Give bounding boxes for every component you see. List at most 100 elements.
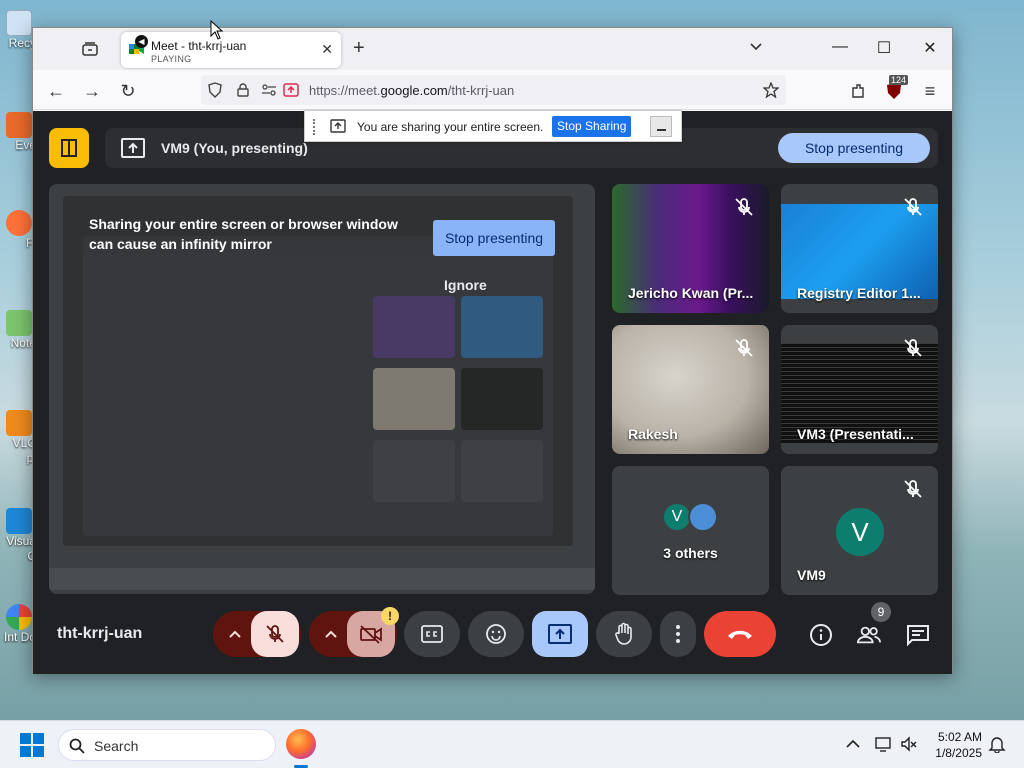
mic-off-icon <box>904 480 922 498</box>
more-vert-icon <box>676 625 680 643</box>
end-call-icon <box>728 630 752 639</box>
ignore-button[interactable]: Ignore <box>444 277 487 293</box>
presenting-label: VM9 (You, presenting) <box>161 140 308 156</box>
hide-bar-icon[interactable] <box>650 116 672 137</box>
more-options-button[interactable] <box>660 611 696 657</box>
stop-presenting-button[interactable]: Stop presenting <box>778 133 930 163</box>
present-screen-button[interactable] <box>532 611 588 657</box>
new-tab-icon[interactable]: + <box>353 38 365 58</box>
tab-meet[interactable]: ◀ Meet - tht-krrj-uan PLAYING ✕ <box>121 32 341 68</box>
stop-sharing-button[interactable]: Stop Sharing <box>552 116 632 137</box>
desktop-icon-internet[interactable]: Int Do <box>0 604 36 645</box>
participant-tile[interactable]: Registry Editor 1... <box>781 184 938 313</box>
url-bar[interactable]: https://meet.google.com/tht-krrj-uan <box>201 75 786 105</box>
reload-icon[interactable]: ↻ <box>117 80 139 102</box>
network-icon[interactable] <box>874 735 892 753</box>
ublock-extension-icon[interactable]: 124 <box>883 75 909 102</box>
desktop-icon-vscode[interactable]: Visua C <box>0 508 36 564</box>
avatar <box>688 502 718 532</box>
participant-name: Rakesh <box>628 426 678 442</box>
desktop-icon-label: Int Do <box>3 630 36 644</box>
people-icon[interactable] <box>857 623 881 647</box>
meet-content: VM9 (You, presenting) Stop presenting Sh… <box>33 111 952 674</box>
participant-name: Registry Editor 1... <box>797 285 921 301</box>
chevron-up-icon[interactable] <box>844 735 862 753</box>
search-icon <box>69 738 85 754</box>
participant-name: 3 others <box>663 545 718 561</box>
taskbar-search[interactable]: Search <box>58 729 276 761</box>
extensions-icon[interactable] <box>847 80 869 102</box>
presentation-view: Sharing your entire screen or browser wi… <box>49 184 595 594</box>
infinity-stop-presenting-button[interactable]: Stop presenting <box>433 220 555 256</box>
chevron-up-icon <box>229 630 241 638</box>
captions-icon <box>421 625 443 643</box>
mic-off-icon <box>735 198 753 216</box>
volume-muted-icon[interactable] <box>900 735 918 753</box>
screen-sharing-bar: You are sharing your entire screen. Stop… <box>304 110 682 142</box>
clock-time: 5:02 AM <box>937 730 982 744</box>
windows-start-icon[interactable] <box>20 733 44 757</box>
lock-icon[interactable] <box>235 82 251 98</box>
desktop-icon-label: Fi <box>26 236 36 250</box>
bookmark-star-icon[interactable] <box>763 82 779 98</box>
back-icon[interactable]: ← <box>45 80 67 102</box>
participant-count-badge: 9 <box>871 602 891 622</box>
others-tile[interactable]: V 3 others <box>612 466 769 595</box>
mic-off-icon <box>904 339 922 357</box>
forward-icon[interactable]: → <box>81 80 103 102</box>
emoji-icon <box>486 624 506 644</box>
search-label: Search <box>94 738 139 754</box>
tab-subtitle: PLAYING <box>151 54 192 64</box>
meeting-info-icon[interactable] <box>809 623 833 647</box>
audio-playing-icon[interactable]: ◀ <box>135 35 148 48</box>
extension-badge: 124 <box>889 75 909 85</box>
firefox-taskbar-icon[interactable] <box>286 729 316 759</box>
desktop-icon-label: Eve <box>15 138 36 152</box>
desktop-icon-label: Note <box>10 336 36 350</box>
maximize-icon[interactable]: ☐ <box>873 38 895 58</box>
shield-icon[interactable] <box>207 82 223 98</box>
leave-call-button[interactable] <box>704 611 776 657</box>
raise-hand-button[interactable] <box>596 611 652 657</box>
close-window-icon[interactable]: ✕ <box>919 38 941 58</box>
present-screen-icon <box>548 624 572 644</box>
reactions-button[interactable] <box>468 611 524 657</box>
drag-handle-icon[interactable] <box>313 119 317 135</box>
desktop-icon-recycle-bin[interactable]: Recy <box>0 10 36 50</box>
permissions-icon[interactable] <box>261 82 277 98</box>
minimize-icon[interactable]: — <box>829 38 851 56</box>
hand-icon <box>615 622 632 645</box>
participant-tile[interactable]: Rakesh <box>612 325 769 454</box>
chevron-down-icon[interactable] <box>748 39 764 55</box>
desktop-icon-firefox[interactable]: Fi <box>0 210 36 250</box>
tab-title: Meet - tht-krrj-uan <box>151 39 247 53</box>
mirrored-taskbar <box>49 568 595 590</box>
meet-logo-icon[interactable] <box>49 128 89 168</box>
nav-bar: ← → ↻ https://meet.google.com/tht-krrj-u… <box>33 70 952 110</box>
chat-icon[interactable] <box>906 623 930 647</box>
menu-icon[interactable]: ≡ <box>919 80 941 102</box>
participant-tile[interactable]: VM3 (Presentati... <box>781 325 938 454</box>
desktop-icon-label: Visua C <box>6 534 36 563</box>
url-text[interactable]: https://meet.google.com/tht-krrj-uan <box>309 83 514 98</box>
desktop-icon-everything[interactable]: Eve <box>0 112 36 152</box>
system-clock[interactable]: 5:02 AM 1/8/2025 <box>922 729 982 761</box>
captions-button[interactable] <box>404 611 460 657</box>
participant-name: Jericho Kwan (Pr... <box>628 285 754 301</box>
screen-share-indicator-icon[interactable] <box>283 82 299 98</box>
tab-list-icon[interactable] <box>79 38 101 60</box>
mic-toggle-button[interactable] <box>251 611 299 657</box>
desktop-icon-vlc[interactable]: VLC pl <box>0 410 36 466</box>
sharing-message: You are sharing your entire screen. <box>357 120 544 134</box>
participant-tile[interactable]: Jericho Kwan (Pr... <box>612 184 769 313</box>
participant-name: VM9 <box>797 567 826 583</box>
desktop-icon-notepad[interactable]: Note <box>0 310 36 350</box>
participant-tile-self[interactable]: V VM9 <box>781 466 938 595</box>
tab-close-icon[interactable]: ✕ <box>321 41 333 58</box>
desktop-icon-label: VLC pl <box>12 436 36 465</box>
notification-bell-icon[interactable] <box>988 735 1006 753</box>
share-screen-icon <box>330 119 346 133</box>
clock-date: 1/8/2025 <box>935 746 982 760</box>
chevron-up-icon <box>325 630 337 638</box>
taskbar: Search 5:02 AM 1/8/2025 <box>0 720 1024 768</box>
